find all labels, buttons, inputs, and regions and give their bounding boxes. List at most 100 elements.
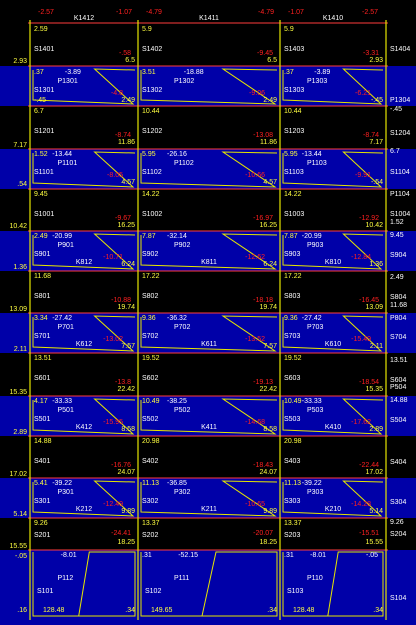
right-edge-label: S204	[390, 531, 407, 538]
slab-value: 10.44	[142, 108, 160, 115]
panel-id: P501	[57, 407, 74, 414]
moment-value: 6.5	[267, 57, 277, 64]
slab-id: S1402	[142, 46, 163, 53]
moment-value: 149.65	[151, 607, 173, 614]
slab-id: S1302	[142, 87, 163, 94]
right-edge-extra: 6.7	[390, 148, 400, 155]
top-moment-right: -1.07	[116, 9, 132, 16]
slab-value: 5.9	[142, 26, 152, 33]
panel-id: P702	[174, 324, 191, 331]
panel-id: P503	[307, 407, 324, 414]
slab-id: S803	[284, 293, 301, 300]
slab-id: S502	[142, 416, 159, 423]
panel-id: P302	[174, 489, 191, 496]
slab-id: S1201	[34, 128, 55, 135]
right-edge-extra: P504	[390, 384, 407, 391]
moment-value: 6.24	[263, 261, 277, 268]
left-edge-value: 15.35	[9, 389, 27, 396]
moment-value: -.05	[365, 552, 378, 559]
beam-label: K812	[75, 259, 93, 266]
slab-id: S303	[284, 498, 301, 505]
panel-id: P1302	[174, 78, 195, 85]
beam-label: K612	[75, 341, 93, 348]
moment-value: -20.99	[52, 233, 73, 240]
slab-id: S901	[34, 251, 51, 258]
slab-id: S403	[284, 458, 301, 465]
beam-label: K1411	[199, 15, 219, 22]
slab-value: 3.51	[142, 69, 156, 76]
moment-value: .34	[267, 607, 277, 614]
moment-value: -32.14	[167, 233, 187, 240]
panel-id: P303	[307, 489, 324, 496]
slab-value: 11.13	[142, 480, 159, 487]
slab-value: 9.26	[34, 520, 48, 527]
slab-value: 17.22	[284, 273, 302, 280]
beam-label: K610	[324, 341, 342, 348]
slab-value: 1.52	[34, 151, 48, 158]
slab-value: 13.51	[34, 355, 52, 362]
beam-label: K211	[201, 506, 217, 513]
moment-value: 128.48	[293, 607, 315, 614]
right-edge-extra: P1304	[390, 97, 411, 104]
slab-value: 11.68	[34, 273, 51, 280]
right-edge-label: S804	[390, 294, 407, 301]
moment-value: -10.66	[245, 172, 265, 179]
beam-label: K412	[75, 424, 93, 431]
slab-id: S202	[142, 532, 159, 539]
slab-id: S1303	[284, 87, 305, 94]
moment-value: 128.48	[43, 607, 65, 614]
moment-value: .31	[142, 552, 152, 559]
moment-value: 1.36	[369, 261, 383, 268]
slab-value: 10.49	[284, 398, 302, 405]
panel-id: P902	[174, 242, 191, 249]
slab-id: S301	[34, 498, 51, 505]
moment-value: -36.32	[167, 315, 187, 322]
right-edge-label: S704	[390, 334, 407, 341]
moment-value: 4.57	[263, 179, 277, 186]
panel-id: P1301	[57, 78, 78, 85]
moment-value: -.54	[370, 179, 383, 186]
moment-value: -18.88	[183, 69, 204, 76]
top-moment-left: -1.07	[288, 9, 304, 16]
moment-value: -17.62	[351, 419, 371, 426]
slab-value: 19.52	[142, 355, 160, 362]
moment-value: -27.42	[301, 315, 322, 322]
slab-value: 9.36	[142, 315, 156, 322]
moment-value: 9.89	[121, 508, 135, 515]
frame-graphics	[0, 20, 416, 625]
right-edge-extra: 9.45	[390, 232, 404, 239]
moment-value: 17.02	[365, 469, 383, 476]
slab-value: 11.13	[284, 480, 301, 487]
beam-label: K411	[201, 424, 217, 431]
moment-value: -27.42	[52, 315, 73, 322]
moment-value: 8.58	[263, 426, 277, 433]
moment-value: 24.07	[259, 469, 277, 476]
moment-value: 10.42	[365, 222, 383, 229]
moment-value: -12.62	[245, 254, 265, 261]
moment-value: .31	[284, 552, 294, 559]
moment-value: -14.68	[245, 419, 265, 426]
moment-value: -10.65	[245, 501, 265, 508]
slab-id: S801	[34, 293, 51, 300]
moment-value: -8.01	[310, 552, 327, 559]
left-edge-value: 7.17	[13, 142, 27, 149]
left-edge-value: 2.93	[13, 58, 27, 65]
moment-value: -39.22	[52, 480, 73, 487]
left-edge-value: 5.14	[13, 511, 27, 518]
slab-id: S602	[142, 375, 159, 382]
slab-value: .37	[284, 69, 294, 76]
beam-label: K212	[75, 506, 93, 513]
moment-value: -3.89	[64, 69, 81, 76]
slab-id: S203	[284, 532, 301, 539]
slab-id: S703	[284, 333, 301, 340]
left-edge-value: 2.89	[13, 429, 27, 436]
slab-id: S1002	[142, 211, 163, 218]
slab-value: .37	[34, 69, 44, 76]
slab-id: S601	[34, 375, 51, 382]
moment-value: 6.5	[125, 57, 135, 64]
right-edge-extra: -.45	[390, 106, 403, 113]
moment-value: -.45	[370, 97, 383, 104]
moment-value: 18.25	[259, 539, 277, 546]
moment-value: 7.17	[369, 139, 383, 146]
right-edge-label: S1004	[390, 211, 411, 218]
